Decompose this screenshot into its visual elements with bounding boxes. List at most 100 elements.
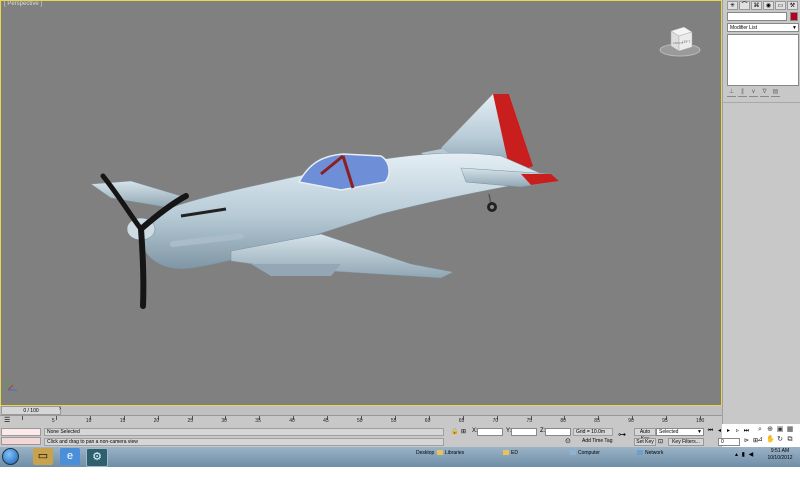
add-time-tag-button[interactable]: Add Time Tag [573,438,613,446]
orbit-icon[interactable]: ↻ [776,436,784,444]
time-slider-position: 0 / 100 [23,408,39,414]
pan-icon[interactable]: ✋ [766,436,775,444]
key-icon[interactable]: ⊶ [618,430,626,439]
y-coordinate-field[interactable] [511,428,537,436]
auto-key-button[interactable]: Auto Key [634,428,656,442]
make-unique-icon[interactable]: ∨ [749,88,758,97]
show-end-result-icon[interactable]: ∥ [738,88,747,97]
track-tick-label: 80 [560,418,566,424]
hierarchy-tab-icon[interactable]: ⌘ [751,1,762,10]
viewport-label[interactable]: [ Perspective ] [4,1,42,7]
computer-icon [570,450,576,456]
time-slider[interactable]: 0 / 100 › [0,406,722,416]
track-tick-label: 85 [594,418,600,424]
modifier-list-label: Modifier List [730,25,757,31]
current-frame-field[interactable]: 0 [718,438,740,446]
motion-tab-icon[interactable]: ◉ [763,1,774,10]
command-panel: ✳ ⌒ ⌘ ◉ ▭ ⚒ Modifier List ▼ ⊥ ∥ ∨ ∇ ▤ [722,0,800,424]
modifier-stack[interactable] [727,34,799,86]
absolute-mode-icon[interactable]: ⊞ [461,428,466,435]
track-tick-label: 35 [255,418,261,424]
viewcube[interactable]: FRONT LEFT [656,23,704,59]
x-coordinate-field[interactable] [477,428,503,436]
track-tick-label: 95 [662,418,668,424]
key-filters-button[interactable]: Key Filters... [668,438,704,446]
go-to-start-icon[interactable]: ⏮ [707,428,714,435]
key-mode-dropdown[interactable]: Selected ▼ [656,428,704,436]
track-tick [22,416,23,420]
ed-link[interactable]: ED [503,450,518,456]
configure-sets-icon[interactable]: ▤ [771,88,780,97]
file-explorer-icon[interactable]: ▭ [33,448,53,465]
next-frame-icon[interactable]: ▹ [734,428,741,435]
time-slider-thumb[interactable]: 0 / 100 [1,406,61,415]
libraries-label: Libraries [445,450,465,456]
next-frame-arrow-icon[interactable]: › [59,406,61,412]
set-key-button[interactable]: Set Key [634,438,656,446]
key-mode-toggle-icon[interactable]: ⊳ [743,438,750,445]
system-tray[interactable]: ▴ ▮ ◀ [735,451,754,458]
track-tick-label: 65 [458,418,465,424]
airplane-model[interactable] [81,86,571,316]
clock-time: 9:51 AM [770,448,790,454]
modify-tab-icon[interactable]: ⌒ [739,1,750,10]
go-to-end-icon[interactable]: ⏭ [743,428,750,435]
track-tick-label: 15 [119,418,126,424]
network-label: Network [645,450,664,456]
zoom-extents-all-icon[interactable]: ▦ [786,426,794,434]
mini-curve-editor-icon[interactable]: ☰ [4,416,14,425]
display-tab-icon[interactable]: ▭ [775,1,786,10]
desktop-toolbar[interactable]: Desktop [416,450,434,456]
chevron-down-icon: ▼ [792,25,797,31]
track-tick-label: 90 [628,418,634,424]
ed-label: ED [511,450,518,456]
create-tab-icon[interactable]: ✳ [727,1,738,10]
pin-stack-icon[interactable]: ⊥ [727,88,736,97]
track-tick-label: 55 [390,418,397,424]
key-mode-value: Selected [659,429,679,435]
track-tick-label: 10 [85,418,92,424]
remove-modifier-icon[interactable]: ∇ [760,88,769,97]
play-icon[interactable]: ▸ [725,428,732,435]
modifier-list-dropdown[interactable]: Modifier List ▼ [727,23,799,32]
utilities-tab-icon[interactable]: ⚒ [787,1,798,10]
network-link[interactable]: Network [637,450,663,456]
computer-label: Computer [578,450,600,456]
system-clock[interactable]: 9:51 AM 10/10/2012 [762,448,798,462]
track-tick-label: 50 [357,418,363,424]
track-tick-label: 5 [51,418,55,424]
previous-frame-icon[interactable]: ◂ [716,428,723,435]
viewcube-left-label: LEFT [682,40,690,44]
field-of-view-icon[interactable]: ⊿ [756,436,764,444]
chevron-down-icon: ▼ [697,429,702,435]
track-tick-label: 75 [526,418,533,424]
prompt-line: Click and drag to pan a non-camera view [44,438,444,446]
internet-explorer-icon[interactable]: e [60,448,80,465]
folder-icon [503,450,509,456]
object-color-swatch[interactable] [790,12,798,21]
3dsmax-app-icon[interactable]: ⚙ [86,448,108,467]
zoom-extents-icon[interactable]: ▣ [776,426,784,434]
track-tick-label: 30 [221,418,227,424]
zoom-all-icon[interactable]: ⊕ [766,426,774,434]
maxscript-output-field[interactable] [1,437,41,445]
maximize-viewport-icon[interactable]: ⧉ [786,436,794,444]
perspective-viewport[interactable]: [ Perspective ] FRONT LEFT [0,0,722,406]
track-bar[interactable]: 5 10 15 20 25 30 35 40 45 50 55 60 65 70 75 80 85 90 95 100 [0,416,722,426]
panel-divider [723,102,800,103]
start-button-icon[interactable] [2,448,19,465]
lock-selection-icon[interactable]: 🔒 [451,428,458,435]
track-tick-label: 40 [289,418,295,424]
network-icon [637,450,643,456]
stack-toolbar: ⊥ ∥ ∨ ∇ ▤ [727,88,799,98]
time-tag-label: Add Time Tag [582,438,613,444]
libraries-link[interactable]: Libraries [437,450,464,456]
computer-link[interactable]: Computer [570,450,600,456]
z-coordinate-field[interactable] [545,428,571,436]
maxscript-listener-field[interactable] [1,428,41,436]
track-tick-label: 100 [696,418,705,424]
zoom-icon[interactable]: ⌕ [756,426,764,434]
track-tick-label: 60 [424,418,431,424]
object-name-field[interactable] [727,12,787,21]
track-tick-label: 25 [187,418,194,424]
